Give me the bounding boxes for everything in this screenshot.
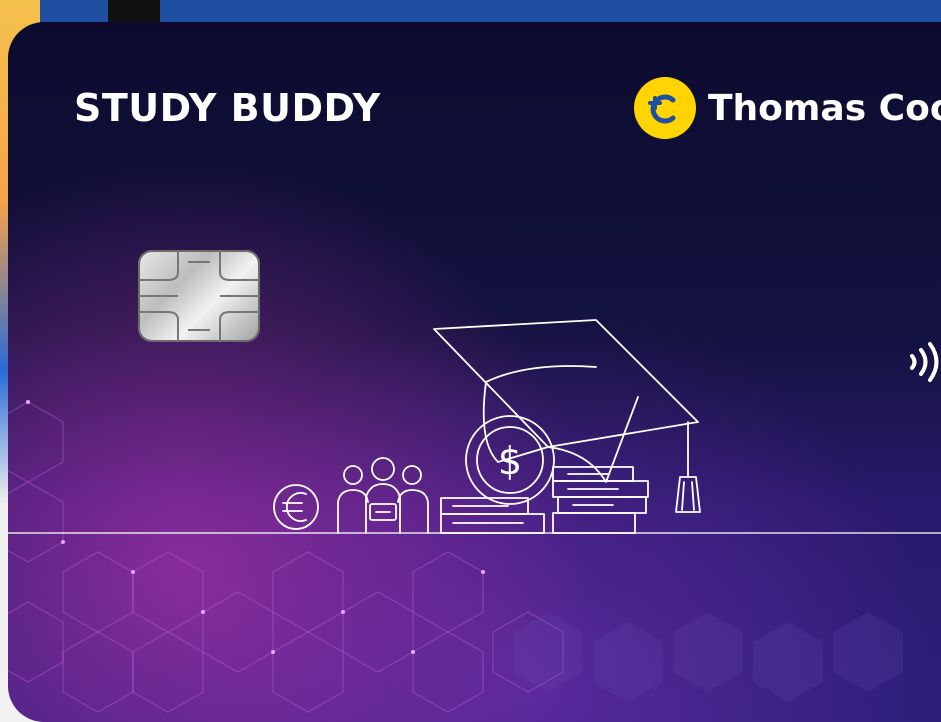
graduation-cap-icon xyxy=(433,319,701,513)
dollar-coin-icon: $ xyxy=(465,415,555,505)
issuer-name: Thomas Coo xyxy=(708,87,941,129)
emv-chip-icon xyxy=(138,250,260,342)
contactless-icon xyxy=(910,342,939,382)
card-product-name: STUDY BUDDY xyxy=(74,86,381,130)
thomas-cook-logo-icon xyxy=(634,77,696,139)
background-object xyxy=(108,0,160,22)
hexagon-dots xyxy=(26,400,485,654)
debit-card: $ STUDY BUDDY Thomas Coo xyxy=(8,22,941,722)
book-stack-icon xyxy=(440,466,649,534)
hexagon-tiles-faint xyxy=(513,612,903,702)
issuer-brand: Thomas Coo xyxy=(634,77,941,139)
euro-icon xyxy=(273,484,319,530)
students-group-icon xyxy=(337,457,429,534)
